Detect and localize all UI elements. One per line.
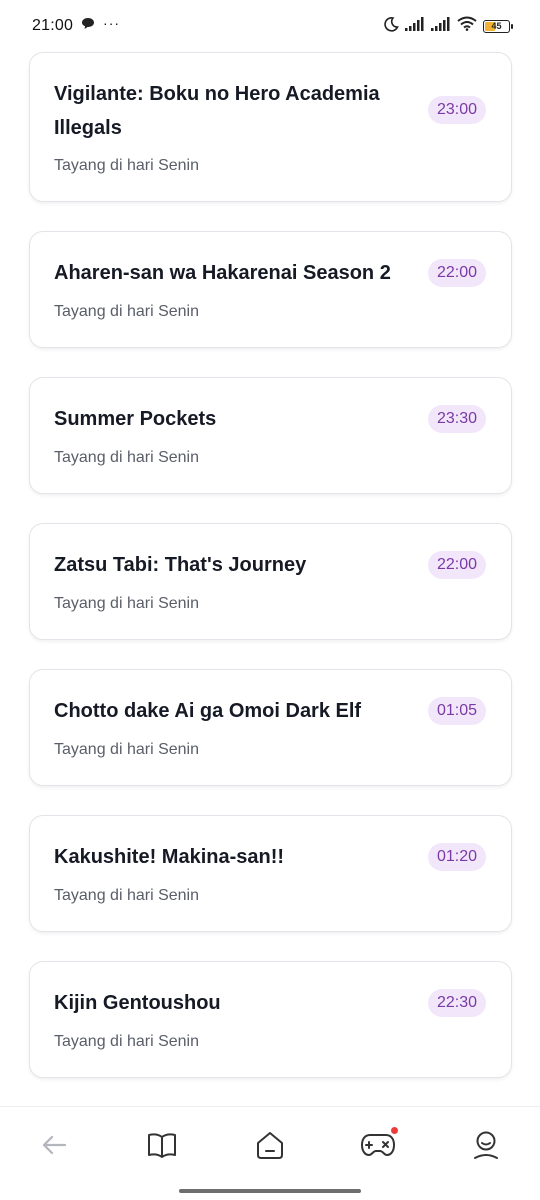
profile-icon [472,1130,500,1165]
time-badge: 22:00 [427,259,486,287]
schedule-day: Tayang di hari Senin [54,887,199,904]
schedule-card[interactable]: Chotto dake Ai ga Omoi Dark Elf Tayang d… [29,669,512,786]
nav-back[interactable] [34,1127,74,1167]
status-more-dots: ··· [103,15,121,31]
gamepad-icon [361,1133,395,1162]
moon-icon [383,16,399,37]
chat-bubble-icon [81,17,95,35]
schedule-title: Kijin Gentoushou [54,992,221,1014]
schedule-day: Tayang di hari Senin [54,303,199,320]
battery-icon: 45 [483,19,513,33]
book-icon [147,1132,177,1163]
schedule-card[interactable]: Summer Pockets Tayang di hari Senin 23:3… [29,377,512,494]
wifi-icon [457,16,477,36]
status-time: 21:00 [32,17,74,34]
schedule-title: Summer Pockets [54,408,217,430]
schedule-title: Aharen-san wa Hakarenai Season 2 [54,262,391,284]
schedule-card[interactable]: Kijin Gentoushou Tayang di hari Senin 22… [29,961,512,1078]
schedule-title: Zatsu Tabi: That's Journey [54,554,307,576]
schedule-day: Tayang di hari Senin [54,449,199,466]
nav-library[interactable] [142,1127,182,1167]
home-indicator[interactable] [179,1189,361,1193]
schedule-day: Tayang di hari Senin [54,741,199,758]
schedule-card[interactable]: Zatsu Tabi: That's Journey Tayang di har… [29,523,512,640]
schedule-title: Chotto dake Ai ga Omoi Dark Elf [54,700,362,722]
signal-icon [431,16,451,36]
status-bar: 21:00 ··· 45 [0,0,540,52]
schedule-title: Vigilante: Boku no Hero Academia Illegal… [54,83,380,139]
time-badge: 01:05 [427,697,486,725]
back-arrow-icon [41,1134,67,1161]
notification-dot [391,1127,398,1134]
schedule-day: Tayang di hari Senin [54,157,199,174]
time-badge: 22:00 [427,551,486,579]
schedule-card[interactable]: Aharen-san wa Hakarenai Season 2 Tayang … [29,231,512,348]
battery-cap [511,23,513,29]
nav-home[interactable] [250,1127,290,1167]
status-right: 45 [383,16,513,37]
time-badge: 23:00 [427,96,486,124]
schedule-card[interactable]: Vigilante: Boku no Hero Academia Illegal… [29,52,512,202]
schedule-day: Tayang di hari Senin [54,595,199,612]
status-left: 21:00 ··· [32,15,121,35]
nav-profile[interactable] [466,1127,506,1167]
schedule-card[interactable]: Kakushite! Makina-san!! Tayang di hari S… [29,815,512,932]
battery-level: 45 [491,21,502,31]
time-badge: 22:30 [427,989,486,1017]
schedule-day: Tayang di hari Senin [54,1033,199,1050]
home-icon [255,1130,285,1165]
time-badge: 01:20 [427,843,486,871]
time-badge: 23:30 [427,405,486,433]
bottom-nav [0,1106,540,1200]
nav-games[interactable] [358,1127,398,1167]
signal-icon [405,16,425,36]
schedule-title: Kakushite! Makina-san!! [54,846,285,868]
